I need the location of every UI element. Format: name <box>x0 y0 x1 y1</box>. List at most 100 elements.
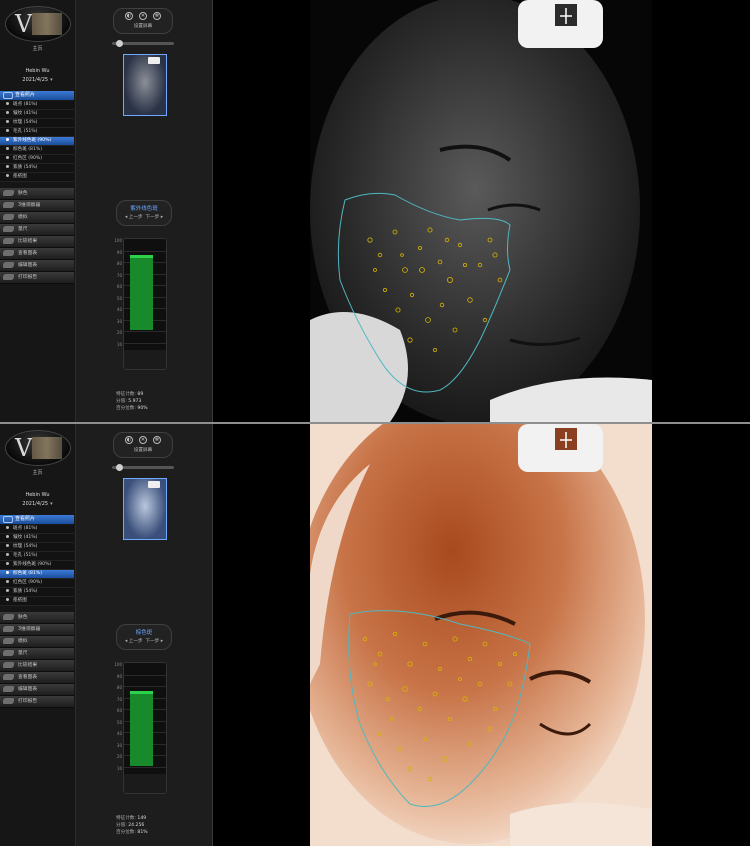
section-view-photos[interactable]: 查看照片 <box>0 515 74 524</box>
contrast-icon[interactable]: ◐ <box>125 436 133 444</box>
user-name: Hebin Wu <box>25 68 50 74</box>
gauge-tick-label: 90 <box>116 673 122 679</box>
nav-item[interactable]: 查看图表 <box>0 248 74 260</box>
tool-panel: ◐ ✕ ✻ 设置屏幕 棕色斑 ◂ 上一步 下一步 ▸ 100 90 80 70 60 50… <box>76 424 213 846</box>
analysis-title: 紫外线色斑 <box>130 206 158 212</box>
photo-thumbnail[interactable] <box>123 54 167 116</box>
analysis-item[interactable]: 红色区 (90%) <box>0 579 74 588</box>
photo-thumbnail[interactable] <box>123 478 167 540</box>
section-view-photos[interactable]: 查看照片 <box>0 91 74 100</box>
bullet-icon <box>6 138 9 141</box>
toolbar: ◐ ✕ ✻ 设置屏幕 <box>113 432 173 458</box>
nav-icon <box>3 650 14 656</box>
nav-item[interactable]: 查看图表 <box>0 672 74 684</box>
zoom-slider-knob[interactable] <box>116 464 123 471</box>
settings-icon[interactable]: ✻ <box>153 12 161 20</box>
gauge-tick-label: 40 <box>116 731 122 736</box>
home-link[interactable]: 主页 <box>0 45 75 52</box>
nav-icon <box>3 638 14 644</box>
session-date-select[interactable]: 2021/4/25 ▾ <box>0 77 75 83</box>
zoom-slider[interactable] <box>112 40 174 47</box>
contrast-icon[interactable]: ◐ <box>125 12 133 20</box>
nav-item[interactable]: 模拟 <box>0 212 74 224</box>
bullet-icon <box>6 598 9 601</box>
next-step-button[interactable]: 下一步 ▸ <box>145 215 163 220</box>
nav-item[interactable]: 3维观察器 <box>0 200 74 212</box>
nav-item[interactable]: 量尺 <box>0 224 74 236</box>
target-icon[interactable]: ✕ <box>139 12 147 20</box>
gauge-tick-label: 70 <box>116 696 122 702</box>
bullet-icon <box>6 129 9 132</box>
analysis-item[interactable]: 皱纹 (41%) <box>0 534 74 543</box>
face-image-uv[interactable] <box>310 0 652 422</box>
gauge-tick-label: 70 <box>116 272 122 278</box>
stats-block: 特征计数: 89 分值: 5.973 百分位数: 90% <box>116 392 148 411</box>
analysis-item[interactable]: 紫质 (54%) <box>0 164 74 173</box>
next-step-button[interactable]: 下一步 ▸ <box>145 639 163 644</box>
gauge-tick-label: 50 <box>116 719 122 725</box>
gauge-tick-label: 50 <box>116 295 122 301</box>
toolbar-label[interactable]: 设置屏幕 <box>114 447 172 453</box>
nav-icon <box>3 614 14 620</box>
user-name: Hebin Wu <box>25 492 50 498</box>
analysis-item[interactable]: 紫质 (54%) <box>0 588 74 597</box>
analysis-item[interactable]: 红色区 (90%) <box>0 155 74 164</box>
logo: V <box>5 6 71 42</box>
face-image-brown[interactable] <box>310 424 652 846</box>
bullet-icon <box>6 553 9 556</box>
nav-icon <box>3 214 14 220</box>
analysis-item[interactable]: 毛孔 (51%) <box>0 128 74 137</box>
analysis-item[interactable]: 紫外线色斑 (90%) <box>0 137 74 146</box>
nav-item[interactable]: 量尺 <box>0 648 74 660</box>
analysis-item[interactable]: 痤疮图 <box>0 597 74 606</box>
nav-item[interactable]: 3维观察器 <box>0 624 74 636</box>
nav-item[interactable]: 编辑图表 <box>0 260 74 272</box>
bullet-icon <box>6 571 9 574</box>
analysis-item[interactable]: 紫外线色斑 (90%) <box>0 561 74 570</box>
analysis-item[interactable]: 毛孔 (51%) <box>0 552 74 561</box>
toolbar-label[interactable]: 设置屏幕 <box>114 23 172 29</box>
nav-item[interactable]: 比较结果 <box>0 660 74 672</box>
analysis-item[interactable]: 痤疮图 <box>0 173 74 182</box>
nav-item[interactable]: 肤色 <box>0 612 74 624</box>
nav-icon <box>3 674 14 680</box>
analysis-item[interactable]: 皱纹 (41%) <box>0 110 74 119</box>
bullet-icon <box>6 120 9 123</box>
analysis-item[interactable]: 纹理 (54%) <box>0 543 74 552</box>
prev-step-button[interactable]: ◂ 上一步 <box>125 639 143 644</box>
nav-icon <box>3 226 14 232</box>
bullet-icon <box>6 111 9 114</box>
nav-item[interactable]: 模拟 <box>0 636 74 648</box>
nav-item[interactable]: 编辑图表 <box>0 684 74 696</box>
bullet-icon <box>6 589 9 592</box>
analysis-item[interactable]: 纹理 (54%) <box>0 119 74 128</box>
nav-icon <box>3 686 14 692</box>
gauge-fill <box>130 690 153 766</box>
gauge-tick-label: 60 <box>116 708 122 713</box>
analysis-item[interactable]: 斑点 (81%) <box>0 101 74 110</box>
prev-step-button[interactable]: ◂ 上一步 <box>125 215 143 220</box>
settings-icon[interactable]: ✻ <box>153 436 161 444</box>
session-date-select[interactable]: 2021/4/25 ▾ <box>0 501 75 507</box>
gauge-cap <box>130 690 153 694</box>
chevron-down-icon: ▾ <box>50 501 53 507</box>
nav-item[interactable]: 肤色 <box>0 188 74 200</box>
gauge-tick-label: 10 <box>116 765 122 771</box>
gauge-fill <box>130 255 153 330</box>
zoom-slider-knob[interactable] <box>116 40 123 47</box>
gauge-tick-label: 80 <box>116 261 122 266</box>
nav-item[interactable]: 比较结果 <box>0 236 74 248</box>
nav-icon <box>3 662 14 668</box>
sidebar: V 主页 Hebin Wu 2021/4/25 ▾ 查看照片 斑点 (81%) 皱纹… <box>0 0 76 422</box>
percentile-value: 81% <box>137 830 148 835</box>
analysis-panel-uv: V 主页 Hebin Wu 2021/4/25 ▾ 查看照片 斑点 (81%) 皱纹… <box>0 0 750 422</box>
nav-item[interactable]: 打印报告 <box>0 696 74 708</box>
target-icon[interactable]: ✕ <box>139 436 147 444</box>
analysis-item[interactable]: 棕色斑 (81%) <box>0 146 74 155</box>
home-link[interactable]: 主页 <box>0 469 75 476</box>
zoom-slider[interactable] <box>112 464 174 471</box>
nav-item[interactable]: 打印报告 <box>0 272 74 284</box>
analysis-item[interactable]: 棕色斑 (81%) <box>0 570 74 579</box>
bullet-icon <box>6 562 9 565</box>
analysis-item[interactable]: 斑点 (81%) <box>0 525 74 534</box>
